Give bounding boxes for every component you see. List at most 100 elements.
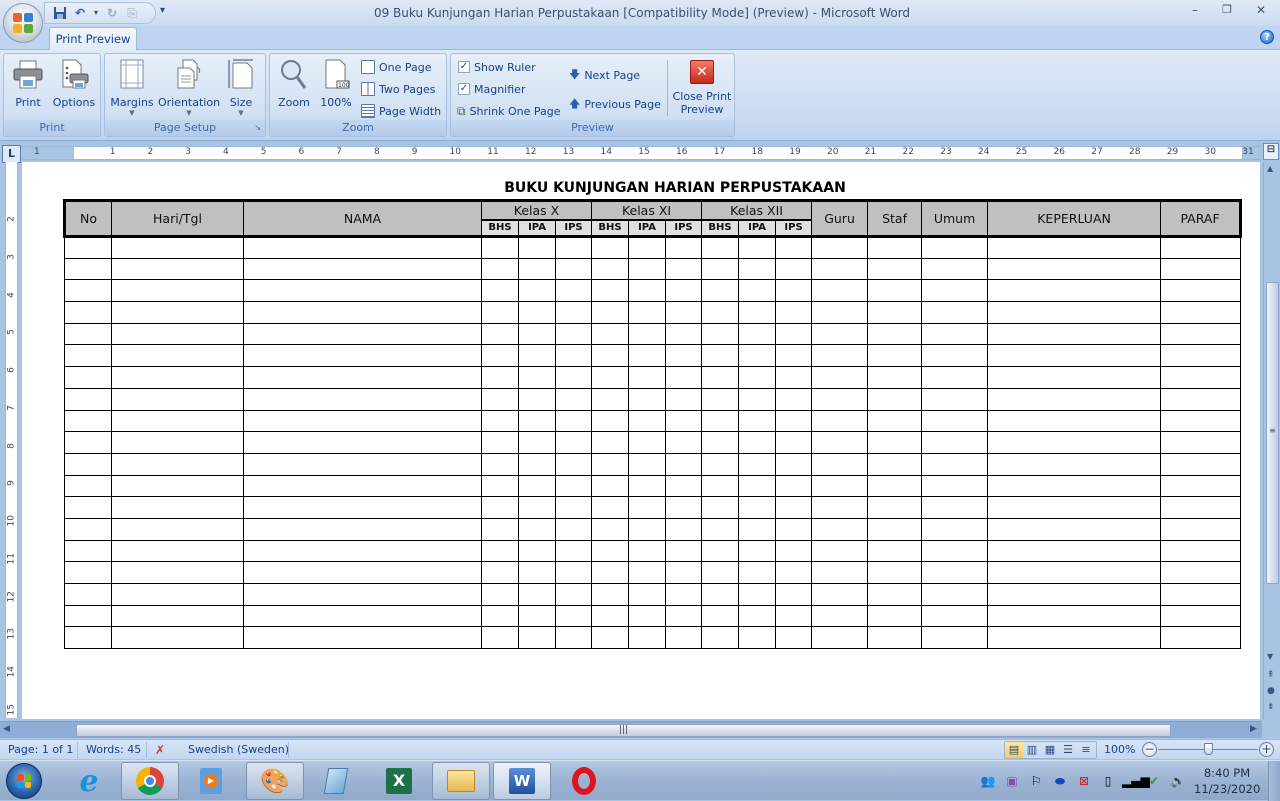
table-cell[interactable] <box>518 452 556 476</box>
table-cell[interactable] <box>518 257 556 281</box>
table-cell[interactable] <box>591 322 629 346</box>
table-cell[interactable] <box>628 344 666 368</box>
table-cell[interactable] <box>867 301 923 324</box>
table-cell[interactable] <box>921 279 989 303</box>
table-cell[interactable] <box>738 583 777 606</box>
table-cell[interactable] <box>775 322 813 346</box>
table-cell[interactable] <box>111 236 244 259</box>
table-cell[interactable] <box>64 279 112 303</box>
table-cell[interactable] <box>921 561 989 584</box>
table-cell[interactable] <box>1160 517 1242 541</box>
table-cell[interactable] <box>243 539 482 563</box>
table-cell[interactable] <box>987 301 1162 324</box>
table-cell[interactable] <box>243 279 482 303</box>
help-icon[interactable]: ? <box>1260 30 1274 44</box>
table-cell[interactable] <box>738 409 777 433</box>
shrink-one-page-button[interactable]: ⧉ Shrink One Page <box>457 102 560 120</box>
table-cell[interactable] <box>775 539 813 563</box>
table-cell[interactable] <box>1160 539 1242 563</box>
table-cell[interactable] <box>555 279 592 303</box>
table-cell[interactable] <box>811 236 869 259</box>
safely-remove-hardware-icon[interactable]: ✔ <box>1146 773 1162 789</box>
table-cell[interactable] <box>775 409 813 433</box>
table-cell[interactable] <box>481 474 519 498</box>
taskbar-media-player[interactable]: ▶ <box>182 762 240 800</box>
table-cell[interactable] <box>775 301 813 324</box>
table-cell[interactable] <box>111 583 244 606</box>
table-cell[interactable] <box>987 236 1162 259</box>
table-cell[interactable] <box>811 474 869 498</box>
bluetooth-icon[interactable]: ⬬ <box>1052 773 1068 789</box>
table-cell[interactable] <box>555 452 592 476</box>
table-cell[interactable] <box>811 452 869 476</box>
table-cell[interactable] <box>811 279 869 303</box>
zoom-level[interactable]: 100% <box>1104 743 1135 757</box>
table-cell[interactable] <box>775 474 813 498</box>
table-cell[interactable] <box>481 387 519 411</box>
table-cell[interactable] <box>664 561 703 584</box>
vertical-ruler[interactable]: 2345678910111213141516 <box>5 162 18 718</box>
table-cell[interactable] <box>987 604 1162 628</box>
taskbar-paint[interactable]: 🎨 <box>246 762 304 800</box>
table-cell[interactable] <box>1160 301 1242 324</box>
table-cell[interactable] <box>811 496 869 519</box>
table-cell[interactable] <box>921 322 989 346</box>
table-cell[interactable] <box>867 322 923 346</box>
horizontal-scrollbar[interactable]: ◀ ||| ▶ <box>0 721 1262 738</box>
table-cell[interactable] <box>664 387 703 411</box>
table-cell[interactable] <box>867 257 923 281</box>
table-cell[interactable] <box>921 257 989 281</box>
table-cell[interactable] <box>243 366 482 389</box>
battery-icon[interactable]: ▯ <box>1100 773 1116 789</box>
table-cell[interactable] <box>987 496 1162 519</box>
table-cell[interactable] <box>738 279 777 303</box>
table-cell[interactable] <box>921 539 989 563</box>
table-cell[interactable] <box>987 626 1162 650</box>
table-cell[interactable] <box>664 517 703 541</box>
table-cell[interactable] <box>481 236 519 259</box>
table-cell[interactable] <box>811 561 869 584</box>
table-cell[interactable] <box>481 431 519 454</box>
taskbar-notepad[interactable] <box>307 762 365 800</box>
table-cell[interactable] <box>628 496 666 519</box>
table-cell[interactable] <box>664 409 703 433</box>
table-cell[interactable] <box>518 474 556 498</box>
table-cell[interactable] <box>64 344 112 368</box>
table-cell[interactable] <box>64 387 112 411</box>
table-cell[interactable] <box>738 366 777 389</box>
table-cell[interactable] <box>738 517 777 541</box>
table-cell[interactable] <box>518 322 556 346</box>
table-cell[interactable] <box>921 452 989 476</box>
table-cell[interactable] <box>555 431 592 454</box>
table-cell[interactable] <box>664 604 703 628</box>
scroll-down-icon[interactable]: ▼ <box>1267 652 1273 661</box>
table-cell[interactable] <box>555 583 592 606</box>
table-cell[interactable] <box>518 387 556 411</box>
table-cell[interactable] <box>518 431 556 454</box>
table-cell[interactable] <box>591 604 629 628</box>
table-cell[interactable] <box>243 322 482 346</box>
zoom-slider[interactable]: − + <box>1142 742 1276 758</box>
table-cell[interactable] <box>591 301 629 324</box>
print-layout-view-icon[interactable]: ▤ <box>1005 742 1023 758</box>
table-cell[interactable] <box>738 236 777 259</box>
table-cell[interactable] <box>664 539 703 563</box>
table-cell[interactable] <box>987 257 1162 281</box>
table-cell[interactable] <box>1160 561 1242 584</box>
table-cell[interactable] <box>775 344 813 368</box>
table-cell[interactable] <box>701 583 740 606</box>
office-button[interactable] <box>3 3 43 43</box>
show-ruler-checkbox[interactable]: ✓ Show Ruler <box>458 58 536 76</box>
table-cell[interactable] <box>664 496 703 519</box>
table-cell[interactable] <box>921 604 989 628</box>
table-cell[interactable] <box>518 517 556 541</box>
table-cell[interactable] <box>111 474 244 498</box>
table-cell[interactable] <box>64 322 112 346</box>
table-cell[interactable] <box>987 583 1162 606</box>
table-cell[interactable] <box>111 409 244 433</box>
table-cell[interactable] <box>921 517 989 541</box>
table-cell[interactable] <box>111 496 244 519</box>
table-cell[interactable] <box>64 561 112 584</box>
network-disconnected-icon[interactable]: ⊠ <box>1076 773 1092 789</box>
table-cell[interactable] <box>518 561 556 584</box>
